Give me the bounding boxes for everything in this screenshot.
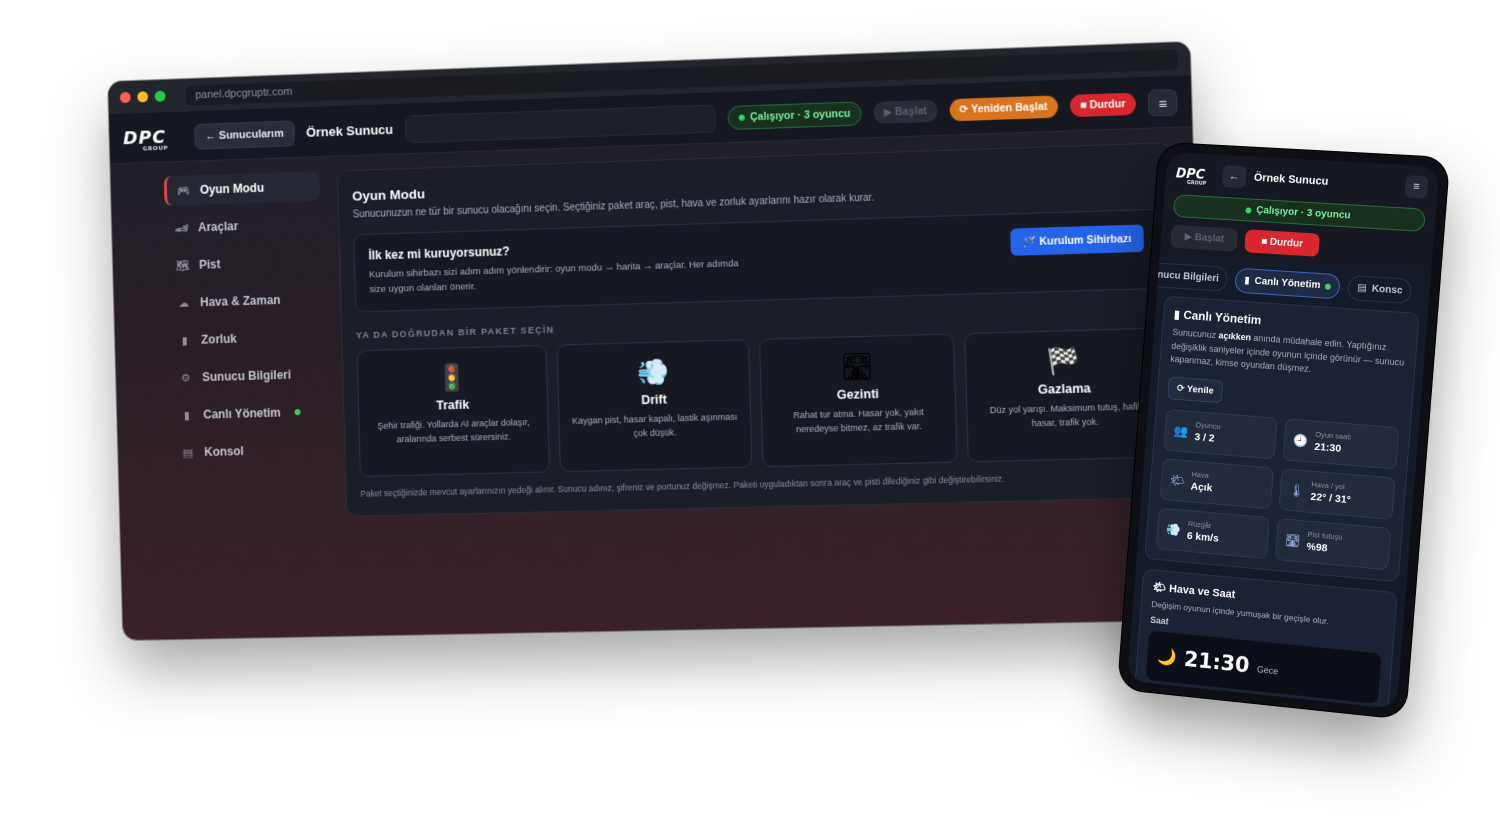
mobile-brand-logo[interactable]: DPC GROUP (1175, 166, 1215, 187)
console-icon: ▤ (182, 446, 194, 460)
moon-icon: 🌙 (1156, 647, 1178, 667)
mobile-device: DPC GROUP ← Örnek Sunucu ≡ Çalışıyor · 3 … (1117, 142, 1450, 719)
package-cards: 🚦 Trafik Şehir trafiği. Yollarda AI araç… (356, 327, 1166, 478)
mobile-menu-icon[interactable]: ≡ (1404, 175, 1429, 199)
mobile-stop-button[interactable]: ■ Durdur (1244, 229, 1320, 257)
sidebar-item-araclar[interactable]: 🏎 Araçlar (165, 209, 321, 244)
sidebar-item-canli-yonetim[interactable]: ▮ Canlı Yönetim (170, 397, 326, 431)
stage: panel.dpcgruptr.com DPC GROUP ← Sunucular… (0, 0, 1500, 817)
package-desc: Rahat tur atma. Hasar yok, yakıt neredey… (793, 407, 924, 435)
back-to-servers-button[interactable]: ← Sunucularım (194, 119, 295, 150)
gear-icon: ⚙ (180, 372, 191, 385)
map-icon: 🗺 (175, 259, 190, 272)
sidebar-item-zorluk[interactable]: ▮ Zorluk (168, 321, 324, 355)
road-icon: 🛣 (839, 351, 875, 383)
console-icon: ▤ (1356, 282, 1368, 295)
checkered-flag-icon: 🏁 (1046, 345, 1081, 377)
clock-icon: 🕘 (1292, 432, 1309, 448)
road-icon: 🛣 (1284, 532, 1301, 548)
users-icon: 👥 (1173, 422, 1189, 438)
stat-game-time: 🕘 Oyun saati 21:30 (1282, 417, 1400, 470)
setup-wizard-card: İlk kez mi kuruyorsunuz? Kurulum sihirba… (353, 208, 1161, 313)
close-window-button[interactable] (119, 91, 131, 104)
mobile-header: DPC GROUP ← Örnek Sunucu ≡ Çalışıyor · 3 … (1159, 152, 1440, 273)
live-stats-grid: 👥 Oyuncu 3 / 2 🕘 Oyun saati 21:30 🌤 Hava Açık … (1155, 408, 1400, 570)
phone-icon: ▮ (183, 409, 190, 422)
mobile-start-button[interactable]: ▶ Başlat (1170, 224, 1239, 252)
package-note: Paket seçtiğinizde mevcut ayarlarınızın … (360, 474, 1005, 500)
game-mode-panel: Oyun Modu Sunucunuzun ne tür bir sunucu … (336, 142, 1183, 517)
package-name: Gazlama (1037, 381, 1091, 398)
cloud-icon: ☁ (178, 297, 190, 310)
status-dot-icon (1245, 206, 1252, 214)
weather-icon: 🌤 (1169, 472, 1186, 488)
package-card-gezinti[interactable]: 🛣 Gezinti Rahat tur atma. Hasar yok, yak… (758, 333, 958, 468)
live-indicator-icon (294, 409, 301, 416)
difficulty-icon: ▮ (181, 334, 188, 347)
start-button[interactable]: ▶ Başlat (873, 99, 938, 124)
sidebar-item-hava-zaman[interactable]: ☁ Hava & Zaman (167, 284, 323, 318)
refresh-button[interactable]: ⟳ Yenile (1167, 375, 1224, 403)
time-phase: Gece (1256, 663, 1279, 676)
desktop-window: panel.dpcgruptr.com DPC GROUP ← Sunucular… (108, 41, 1207, 641)
package-desc: Kaygan pist, hasar kapalı, lastik aşınma… (572, 412, 738, 439)
package-card-gazlama[interactable]: 🏁 Gazlama Düz yol yarışı. Maksimum tutuş… (964, 327, 1166, 463)
package-desc: Düz yol yarışı. Maksimum tutuş, hafif ha… (989, 401, 1141, 429)
hamburger-menu-icon[interactable]: ≡ (1147, 88, 1178, 117)
stat-track-grip: 🛣 Pist tutuşu %98 (1274, 517, 1392, 570)
stop-button[interactable]: ■ Durdur (1069, 92, 1137, 117)
sidebar-item-oyun-modu[interactable]: 🎮 Oyun Modu (163, 171, 321, 206)
package-desc: Şehir trafiği. Yollarda AI araçlar dolaş… (377, 417, 530, 445)
setup-wizard-button[interactable]: 🪄 Kurulum Sihirbazı (1010, 224, 1145, 256)
stat-weather: 🌤 Hava Açık (1159, 457, 1274, 509)
maximize-window-button[interactable] (154, 90, 166, 102)
sidebar-item-konsol[interactable]: ▤ Konsol (171, 434, 327, 467)
restart-button[interactable]: ⟳ Yeniden Başlat (948, 94, 1058, 121)
car-icon: 🏎 (174, 222, 189, 235)
stat-temperature: 🌡 Hava / yol 22° / 31° (1278, 467, 1396, 520)
sidebar: 🎮 Oyun Modu 🏎 Araçlar 🗺 Pist ☁ Hava & Zaman … (163, 171, 329, 521)
package-card-drift[interactable]: 💨 Drift Kaygan pist, hasar kapalı, lasti… (556, 339, 753, 473)
mobile-screen: DPC GROUP ← Örnek Sunucu ≡ Çalışıyor · 3 … (1127, 152, 1440, 709)
sidebar-item-pist[interactable]: 🗺 Pist (166, 246, 322, 280)
smoke-icon: 💨 (636, 356, 670, 388)
minimize-window-button[interactable] (137, 91, 149, 103)
weather-time-card: 🌤 Hava ve Saat Değişim oyunun içinde yum… (1134, 568, 1398, 709)
server-name: Örnek Sunucu (305, 121, 394, 140)
traffic-light-icon: 🚦 (435, 362, 469, 394)
thermometer-icon: 🌡 (1288, 482, 1305, 498)
live-indicator-icon (1325, 282, 1332, 290)
wizard-text: Kurulum sihirbazı sizi adım adım yönlend… (368, 258, 739, 296)
time-value: 21:30 (1183, 646, 1251, 677)
mobile-back-icon[interactable]: ← (1221, 165, 1247, 189)
gamepad-icon: 🎮 (176, 184, 191, 198)
stat-players: 👥 Oyuncu 3 / 2 (1163, 408, 1278, 460)
wind-icon: 💨 (1165, 521, 1182, 537)
package-name: Drift (640, 392, 668, 408)
main-body: 🎮 Oyun Modu 🏎 Araçlar 🗺 Pist ☁ Hava & Zaman … (110, 127, 1202, 522)
topbar-spacer (404, 103, 717, 143)
stat-wind: 💨 Rüzgâr 6 km/s (1155, 507, 1271, 559)
sidebar-item-sunucu-bilgileri[interactable]: ⚙ Sunucu Bilgileri (169, 359, 325, 393)
tab-canli-yonetim[interactable]: ▮ Canlı Yönetim (1234, 267, 1342, 300)
package-name: Gezinti (836, 387, 880, 403)
package-card-trafik[interactable]: 🚦 Trafik Şehir trafiği. Yollarda AI araç… (356, 345, 551, 478)
brand-logo[interactable]: DPC GROUP (123, 126, 183, 152)
mobile-server-name: Örnek Sunucu (1253, 171, 1329, 188)
phone-icon: ▮ (1243, 275, 1251, 287)
live-management-card: ▮ Canlı Yönetim Sunucunuz açıkken anında… (1144, 295, 1420, 582)
server-status-badge: Çalışıyor · 3 oyuncu (727, 100, 862, 130)
package-name: Trafik (436, 398, 470, 413)
tab-sunucu-bilgileri[interactable]: nucu Bilgileri (1156, 262, 1229, 292)
status-dot-icon (738, 113, 746, 121)
tab-konsol[interactable]: ▤ Konsc (1347, 274, 1413, 305)
